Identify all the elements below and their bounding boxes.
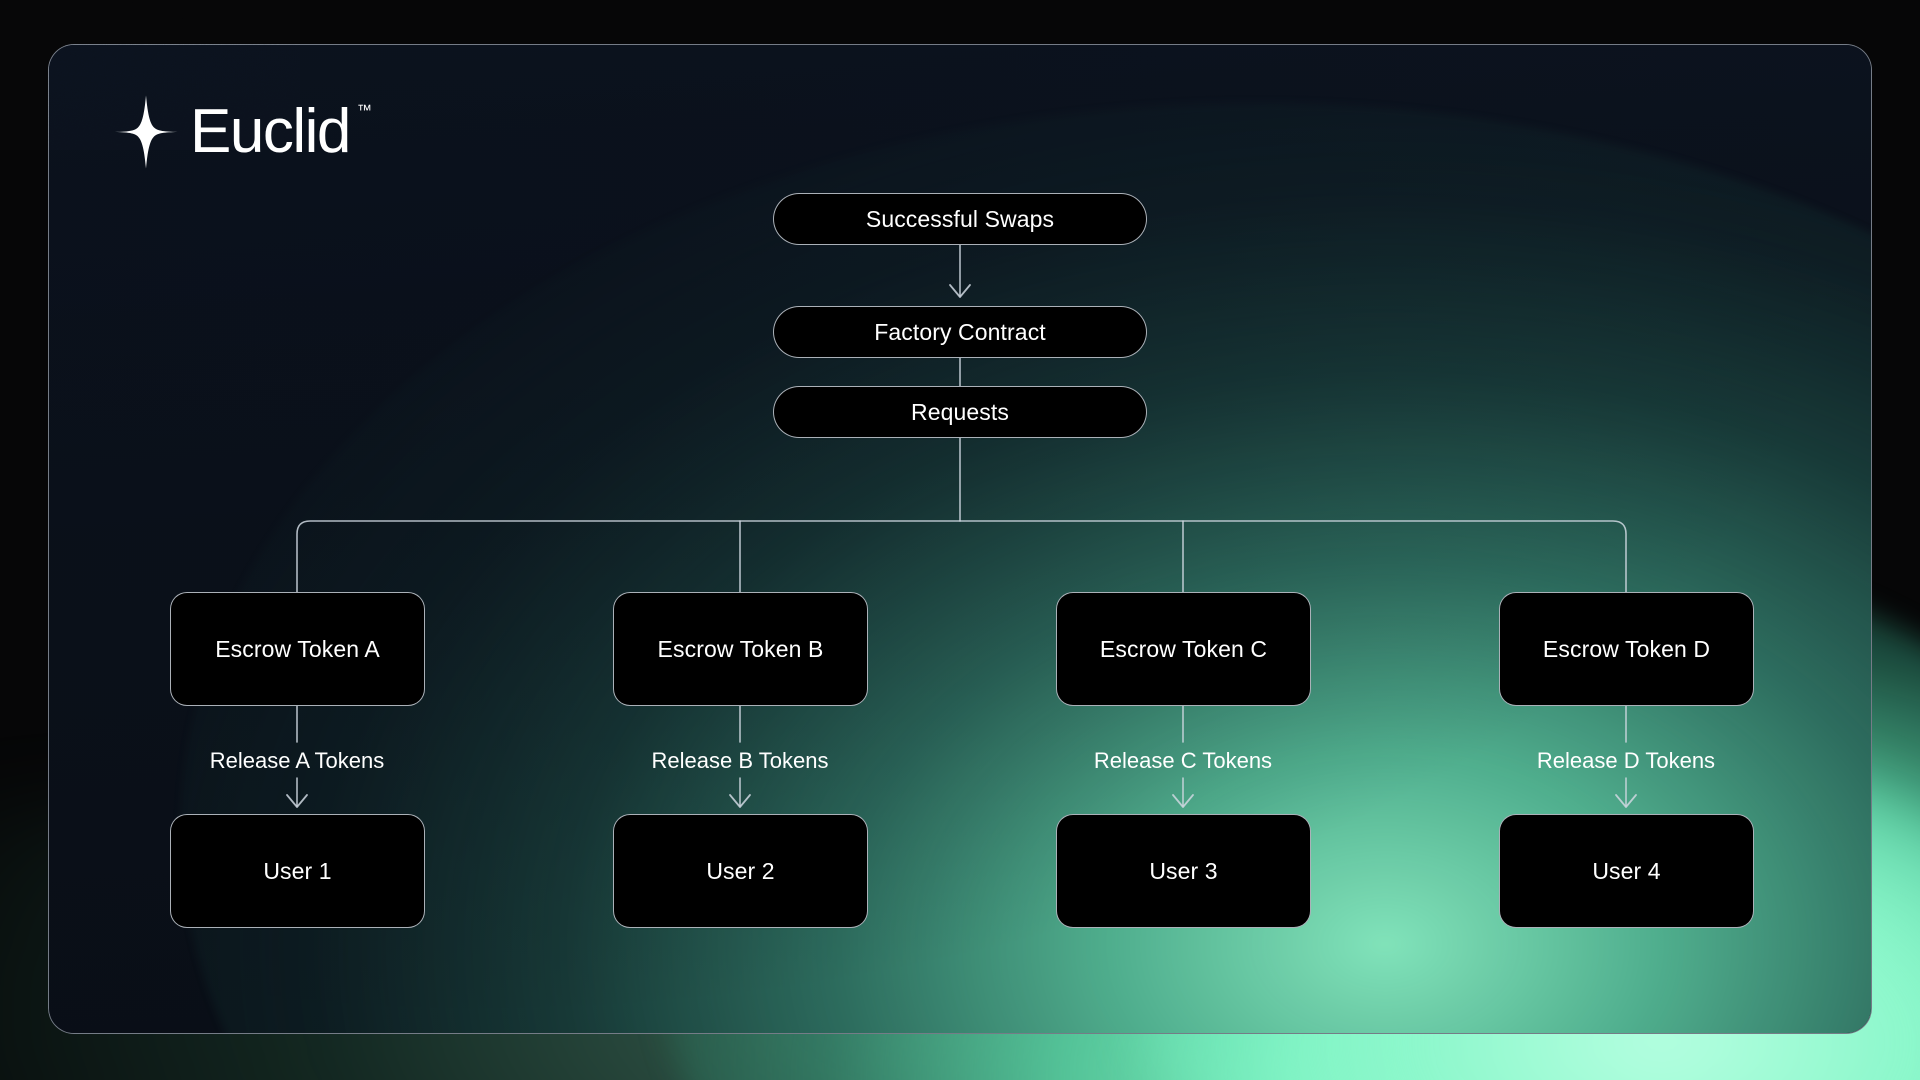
edge-label-release-d: Release D Tokens bbox=[1536, 748, 1716, 773]
node-user-2[interactable]: User 2 bbox=[613, 814, 868, 928]
node-label: User 3 bbox=[1149, 857, 1218, 884]
node-user-4[interactable]: User 4 bbox=[1499, 814, 1754, 928]
node-escrow-token-d[interactable]: Escrow Token D bbox=[1499, 592, 1754, 706]
edge-label-release-a: Release A Tokens bbox=[209, 748, 385, 773]
flow-diagram: Successful Swaps Factory Contract Reques… bbox=[0, 0, 1920, 1080]
screen-root: Euclid ™ Successful Swaps Factory Contra… bbox=[0, 0, 1920, 1080]
node-escrow-token-a[interactable]: Escrow Token A bbox=[170, 592, 425, 706]
node-label: Escrow Token B bbox=[657, 635, 824, 662]
node-escrow-token-c[interactable]: Escrow Token C bbox=[1056, 592, 1311, 706]
node-label: Requests bbox=[911, 398, 1009, 425]
node-label: Factory Contract bbox=[874, 318, 1046, 345]
node-label: User 2 bbox=[706, 857, 775, 884]
node-label: Escrow Token C bbox=[1099, 635, 1268, 662]
node-label: Successful Swaps bbox=[865, 205, 1055, 232]
node-label: User 4 bbox=[1592, 857, 1661, 884]
node-label: Escrow Token A bbox=[215, 635, 380, 662]
edge-label-release-c: Release C Tokens bbox=[1093, 748, 1273, 773]
node-user-1[interactable]: User 1 bbox=[170, 814, 425, 928]
node-user-3[interactable]: User 3 bbox=[1056, 814, 1311, 928]
node-successful-swaps[interactable]: Successful Swaps bbox=[773, 193, 1147, 245]
node-requests[interactable]: Requests bbox=[773, 386, 1147, 438]
node-factory-contract[interactable]: Factory Contract bbox=[773, 306, 1147, 358]
node-escrow-token-b[interactable]: Escrow Token B bbox=[613, 592, 868, 706]
node-label: User 1 bbox=[263, 857, 332, 884]
edge-label-release-b: Release B Tokens bbox=[651, 748, 829, 773]
node-label: Escrow Token D bbox=[1542, 635, 1711, 662]
